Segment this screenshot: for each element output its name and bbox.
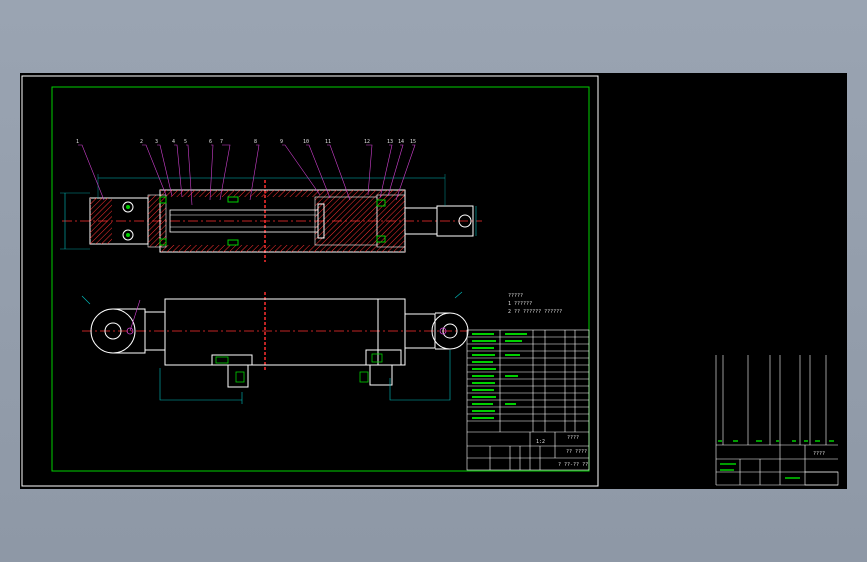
svg-text:5: 5 [184,139,187,145]
note-line-2: 2 ?? ?????? ?????? [508,309,562,315]
svg-text:8: 8 [254,139,257,145]
note-heading: ????? [508,293,523,299]
svg-text:2: 2 [140,139,143,145]
sheet-2-label: ???? [813,451,825,457]
svg-text:4: 4 [172,139,175,145]
svg-text:12: 12 [364,139,370,145]
svg-text:7: 7 [220,139,223,145]
drawing-sheet-2 [604,73,847,489]
scale-value: 1:2 [536,439,545,445]
svg-text:13: 13 [387,139,393,145]
material-label: ???? [567,435,579,441]
svg-text:9: 9 [280,139,283,145]
svg-text:1: 1 [76,139,79,145]
svg-text:14: 14 [398,139,404,145]
svg-text:6: 6 [209,139,212,145]
note-line-1: 1 ?????? [508,301,532,307]
svg-text:3: 3 [155,139,158,145]
svg-text:11: 11 [325,139,331,145]
drawing-sheet-1 [20,73,604,489]
drawing-number: ? ??-?? ?? [558,462,588,468]
drawing-title: ?? ???? [566,449,587,455]
cad-drawing-canvas: 1 2 3 4 5 6 7 8 9 10 11 12 13 14 15 ????… [20,73,847,489]
svg-text:10: 10 [303,139,309,145]
svg-text:15: 15 [410,139,416,145]
